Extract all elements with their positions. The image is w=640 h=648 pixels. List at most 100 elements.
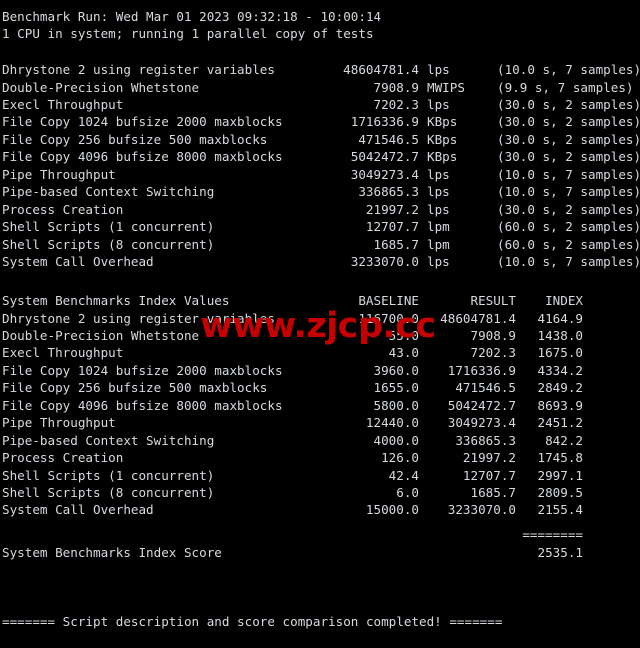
result-value: 7908.9 (373, 79, 420, 95)
result-label: System Call Overhead (2, 254, 154, 269)
row-label: Shell Scripts (8 concurrent) (2, 485, 215, 500)
result-unit: lps (427, 201, 450, 217)
row-result: 471546.5 (455, 380, 516, 396)
result-unit: MWIPS (427, 79, 465, 95)
result-value: 5042472.7 (350, 149, 419, 165)
row-result: 3233070.0 (447, 502, 516, 518)
row-result: 3049273.4 (447, 415, 516, 431)
column-header-result: RESULT (470, 293, 517, 308)
row-index: 2155.4 (537, 502, 584, 518)
row-baseline: 116700.0 (358, 310, 419, 326)
result-detail: (30.0 s, 2 samples) (497, 201, 640, 217)
column-header-index: INDEX (545, 293, 583, 308)
result-detail: (30.0 s, 2 samples) (497, 96, 640, 112)
row-result: 5042472.7 (447, 397, 516, 413)
row-index: 1675.0 (537, 345, 584, 361)
result-detail: (60.0 s, 2 samples) (497, 236, 640, 252)
result-detail: (30.0 s, 2 samples) (497, 114, 640, 130)
row-index: 2997.1 (537, 467, 584, 483)
row-result: 1716336.9 (447, 362, 516, 378)
score-separator: ======== (522, 527, 583, 542)
result-label: Execl Throughput (2, 96, 124, 112)
row-index: 2809.5 (537, 485, 584, 500)
row-baseline: 6.0 (396, 485, 419, 500)
row-baseline: 126.0 (381, 450, 419, 466)
result-value: 12707.7 (365, 219, 419, 235)
row-index: 1438.0 (537, 327, 584, 343)
row-label: System Call Overhead (2, 502, 154, 518)
result-value: 3233070.0 (350, 254, 419, 269)
row-result: 7202.3 (470, 345, 517, 361)
result-detail: (60.0 s, 2 samples) (497, 219, 640, 235)
result-label: Shell Scripts (8 concurrent) (2, 236, 215, 252)
benchmark-run-line: Benchmark Run: Wed Mar 01 2023 09:32:18 … (2, 9, 382, 24)
column-header-baseline: BASELINE (358, 293, 419, 308)
row-label: Pipe-based Context Switching (2, 432, 215, 448)
row-result: 12707.7 (462, 467, 516, 483)
result-value: 336865.3 (358, 184, 419, 200)
row-label: File Copy 4096 bufsize 8000 maxblocks (2, 397, 283, 413)
row-label: Double-Precision Whetstone (2, 327, 200, 343)
result-unit: lps (427, 166, 450, 182)
row-index: 4164.9 (537, 310, 584, 326)
result-unit: KBps (427, 149, 458, 165)
row-index: 8693.9 (537, 397, 584, 413)
result-detail: (30.0 s, 2 samples) (497, 131, 640, 147)
result-unit: lps (427, 254, 450, 269)
result-label: Pipe Throughput (2, 166, 116, 182)
row-result: 336865.3 (455, 432, 516, 448)
row-baseline: 43.0 (388, 345, 419, 361)
row-result: 48604781.4 (440, 310, 516, 326)
row-baseline: 15000.0 (365, 502, 419, 518)
row-baseline: 5800.0 (373, 397, 420, 413)
result-detail: (10.0 s, 7 samples) (497, 62, 640, 77)
result-unit: lpm (427, 236, 450, 252)
result-unit: lpm (427, 219, 450, 235)
row-baseline: 42.4 (388, 467, 419, 483)
row-label: File Copy 256 bufsize 500 maxblocks (2, 380, 268, 396)
row-result: 7908.9 (470, 327, 517, 343)
result-unit: lps (427, 62, 450, 77)
result-label: Pipe-based Context Switching (2, 184, 215, 200)
index-table-title: System Benchmarks Index Values (2, 293, 230, 308)
result-unit: lps (427, 184, 450, 200)
result-value: 1685.7 (373, 236, 420, 252)
row-index: 2849.2 (537, 380, 584, 396)
row-index: 842.2 (545, 432, 583, 448)
result-detail: (30.0 s, 2 samples) (497, 149, 640, 165)
result-detail: (10.0 s, 7 samples) (497, 184, 640, 200)
result-label: Shell Scripts (1 concurrent) (2, 219, 215, 235)
result-value: 1716336.9 (350, 114, 419, 130)
final-score-value: 2535.1 (537, 544, 584, 560)
row-result: 21997.2 (462, 450, 516, 466)
row-label: Shell Scripts (1 concurrent) (2, 467, 215, 483)
row-index: 4334.2 (537, 362, 584, 378)
result-value: 21997.2 (365, 201, 419, 217)
result-unit: KBps (427, 114, 458, 130)
result-value: 48604781.4 (343, 62, 419, 77)
result-value: 7202.3 (373, 96, 420, 112)
terminal-output: Benchmark Run: Wed Mar 01 2023 09:32:18 … (0, 0, 640, 648)
result-label: Process Creation (2, 201, 124, 217)
row-index: 1745.8 (537, 450, 584, 466)
row-label: Dhrystone 2 using register variables (2, 310, 275, 326)
row-index: 2451.2 (537, 415, 584, 431)
result-detail: (9.9 s, 7 samples) (497, 79, 634, 95)
result-label: Double-Precision Whetstone (2, 79, 200, 95)
row-result: 1685.7 (470, 485, 517, 500)
row-label: Process Creation (2, 450, 124, 466)
row-baseline: 4000.0 (373, 432, 420, 448)
row-baseline: 1655.0 (373, 380, 420, 396)
final-score-label: System Benchmarks Index Score (2, 544, 222, 560)
result-detail: (10.0 s, 7 samples) (497, 166, 640, 182)
row-label: File Copy 1024 bufsize 2000 maxblocks (2, 362, 283, 378)
row-baseline: 55.0 (388, 327, 419, 343)
row-baseline: 3960.0 (373, 362, 420, 378)
row-label: Execl Throughput (2, 345, 124, 361)
row-baseline: 12440.0 (365, 415, 419, 431)
result-value: 3049273.4 (350, 166, 419, 182)
result-value: 471546.5 (358, 131, 419, 147)
completion-line: ======= Script description and score com… (2, 614, 503, 629)
result-unit: KBps (427, 131, 458, 147)
cpu-info-line: 1 CPU in system; running 1 parallel copy… (2, 26, 374, 42)
